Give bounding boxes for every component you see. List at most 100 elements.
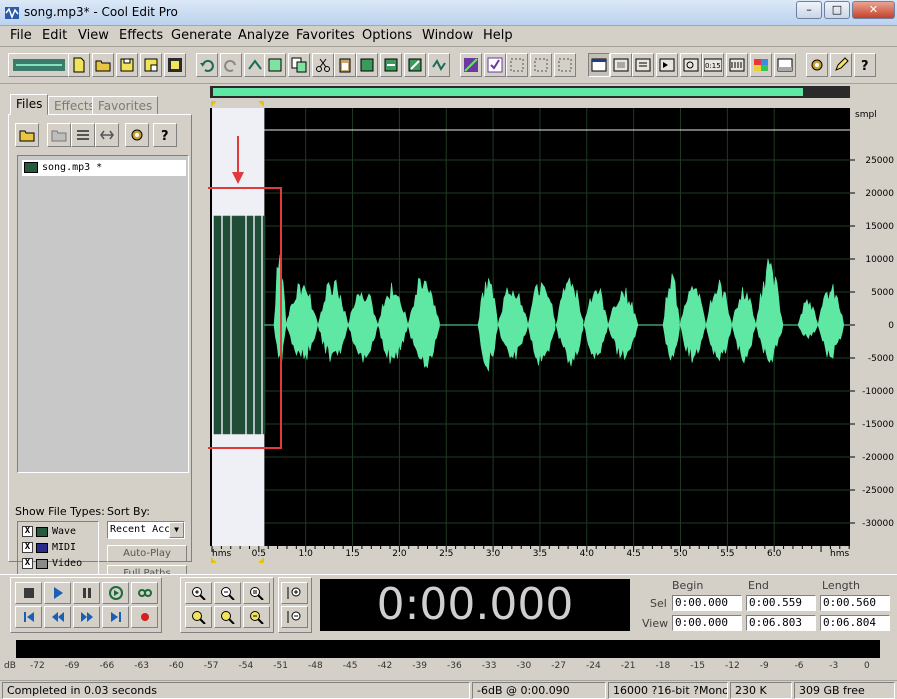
overview-visible-range[interactable] bbox=[213, 88, 803, 96]
level-display-button[interactable] bbox=[726, 53, 748, 77]
mix-paste-button[interactable] bbox=[380, 53, 402, 77]
amplitude-tick-label: -25000 bbox=[862, 486, 894, 496]
tab-files[interactable]: Files bbox=[10, 94, 49, 115]
save-all-button[interactable] bbox=[164, 53, 186, 77]
midi-type-label: MIDI bbox=[52, 542, 77, 553]
help-button[interactable]: ? bbox=[854, 53, 876, 77]
selected-waveform-segment bbox=[222, 215, 231, 435]
view-end-field[interactable]: 0:06.803 bbox=[746, 615, 816, 631]
list-item[interactable]: song.mp3 * bbox=[22, 160, 186, 176]
wave-checkbox[interactable]: X bbox=[22, 526, 33, 537]
view-length-field[interactable]: 0:06.804 bbox=[820, 615, 890, 631]
open-file-panel-button[interactable] bbox=[15, 123, 39, 147]
zoom-in-horizontal-button[interactable] bbox=[185, 582, 212, 604]
video-checkbox[interactable]: X bbox=[22, 558, 33, 569]
info-view-button[interactable] bbox=[610, 53, 632, 77]
file-types-box: X Wave X MIDI X Video bbox=[17, 521, 99, 577]
menu-options[interactable]: Options bbox=[360, 28, 414, 43]
copy-button[interactable] bbox=[288, 53, 310, 77]
cue-list-button[interactable] bbox=[632, 53, 654, 77]
play-list-button[interactable] bbox=[656, 53, 678, 77]
undo-button[interactable] bbox=[196, 53, 218, 77]
save-as-button[interactable] bbox=[140, 53, 162, 77]
file-options-button[interactable] bbox=[125, 123, 149, 147]
menu-analyze[interactable]: Analyze bbox=[236, 28, 291, 43]
selection-start-marker[interactable] bbox=[211, 101, 217, 107]
zoom-to-left-button[interactable] bbox=[185, 606, 212, 628]
play-button[interactable] bbox=[44, 582, 71, 604]
zoom-view-button[interactable] bbox=[680, 53, 702, 77]
edit-view-button[interactable] bbox=[484, 53, 506, 77]
grid-view-button-3[interactable] bbox=[554, 53, 576, 77]
menu-edit[interactable]: Edit bbox=[40, 28, 69, 43]
sel-end-field[interactable]: 0:00.559 bbox=[746, 595, 816, 611]
copy-to-new-button[interactable] bbox=[264, 53, 286, 77]
cut-button[interactable] bbox=[312, 53, 334, 77]
close-file-button[interactable] bbox=[47, 123, 71, 147]
pause-button[interactable] bbox=[73, 582, 100, 604]
time-display-button[interactable]: 0:15 bbox=[702, 53, 724, 77]
panel-help-button[interactable]: ? bbox=[153, 123, 177, 147]
repeat-icon bbox=[248, 59, 262, 70]
auto-play-button[interactable]: Auto-Play bbox=[107, 545, 187, 562]
menu-file[interactable]: File bbox=[8, 28, 34, 43]
new-file-button[interactable] bbox=[68, 53, 90, 77]
save-button[interactable] bbox=[116, 53, 138, 77]
effects-settings-button[interactable] bbox=[806, 53, 828, 77]
minimize-button[interactable]: – bbox=[796, 1, 822, 19]
midi-checkbox[interactable]: X bbox=[22, 542, 33, 553]
menu-favorites[interactable]: Favorites bbox=[294, 28, 357, 43]
edit-tool-button[interactable] bbox=[830, 53, 852, 77]
redo-button[interactable] bbox=[220, 53, 242, 77]
insert-into-multitrack-button[interactable] bbox=[71, 123, 95, 147]
cool-edit-app-icon[interactable] bbox=[4, 5, 20, 21]
toggle-multitrack-button[interactable] bbox=[8, 53, 70, 77]
zoom-selection-icon bbox=[249, 611, 264, 624]
waveform-editor[interactable]: 25000 20000 15000 10000 5000 0 -5000 -10000 -150… bbox=[208, 84, 897, 568]
amplitude-tick-label: 20000 bbox=[865, 189, 894, 199]
open-file-button[interactable] bbox=[92, 53, 114, 77]
menu-generate[interactable]: Generate bbox=[169, 28, 234, 43]
loop-button[interactable] bbox=[131, 582, 158, 604]
waveform-view-button[interactable] bbox=[588, 53, 610, 77]
sort-by-select[interactable]: Recent Acc ▼ bbox=[107, 521, 185, 539]
close-button[interactable]: ✕ bbox=[852, 1, 895, 19]
edit-file-button[interactable] bbox=[95, 123, 119, 147]
rewind-button[interactable] bbox=[44, 606, 71, 628]
status-bar-toggle-button[interactable] bbox=[774, 53, 796, 77]
maximize-button[interactable]: □ bbox=[824, 1, 850, 19]
waveform-display[interactable]: 25000 20000 15000 10000 5000 0 -5000 -10000 -150… bbox=[208, 84, 897, 568]
repeat-command-button[interactable] bbox=[244, 53, 266, 77]
time-ruler[interactable]: 0.5 1.0 1.5 2.0 2.5 3.0 3.5 4.0 4.5 5.0 5.5 6.0 bbox=[211, 546, 850, 559]
zoom-to-right-button[interactable] bbox=[214, 606, 241, 628]
play-to-end-button[interactable] bbox=[102, 582, 129, 604]
zoom-selection-button[interactable] bbox=[243, 606, 270, 628]
color-meter-button[interactable] bbox=[750, 53, 772, 77]
record-button[interactable] bbox=[131, 606, 158, 628]
zero-cross-button[interactable] bbox=[428, 53, 450, 77]
zoom-in-vertical-button[interactable] bbox=[281, 582, 308, 604]
trim-button[interactable] bbox=[404, 53, 426, 77]
fast-forward-button[interactable] bbox=[73, 606, 100, 628]
menu-effects[interactable]: Effects bbox=[117, 28, 165, 43]
tab-favorites[interactable]: Favorites bbox=[92, 96, 159, 115]
menu-help[interactable]: Help bbox=[481, 28, 515, 43]
zoom-out-vertical-button[interactable] bbox=[281, 606, 308, 628]
stop-button[interactable] bbox=[15, 582, 42, 604]
selection-end-marker[interactable] bbox=[258, 101, 264, 107]
sel-begin-field[interactable]: 0:00.000 bbox=[672, 595, 742, 611]
grid-view-button-2[interactable] bbox=[530, 53, 552, 77]
zoom-out-horizontal-button[interactable] bbox=[214, 582, 241, 604]
zoom-full-button[interactable] bbox=[243, 582, 270, 604]
chevron-down-icon[interactable]: ▼ bbox=[169, 522, 184, 538]
sel-length-field[interactable]: 0:00.560 bbox=[820, 595, 890, 611]
grid-view-button-1[interactable] bbox=[506, 53, 528, 77]
spectral-view-button[interactable] bbox=[460, 53, 482, 77]
menu-view[interactable]: View bbox=[76, 28, 111, 43]
go-to-start-button[interactable] bbox=[15, 606, 42, 628]
go-to-end-button[interactable] bbox=[102, 606, 129, 628]
view-begin-field[interactable]: 0:00.000 bbox=[672, 615, 742, 631]
paste-button[interactable] bbox=[334, 53, 356, 77]
menu-window[interactable]: Window bbox=[420, 28, 475, 43]
paste-to-new-button[interactable] bbox=[356, 53, 378, 77]
